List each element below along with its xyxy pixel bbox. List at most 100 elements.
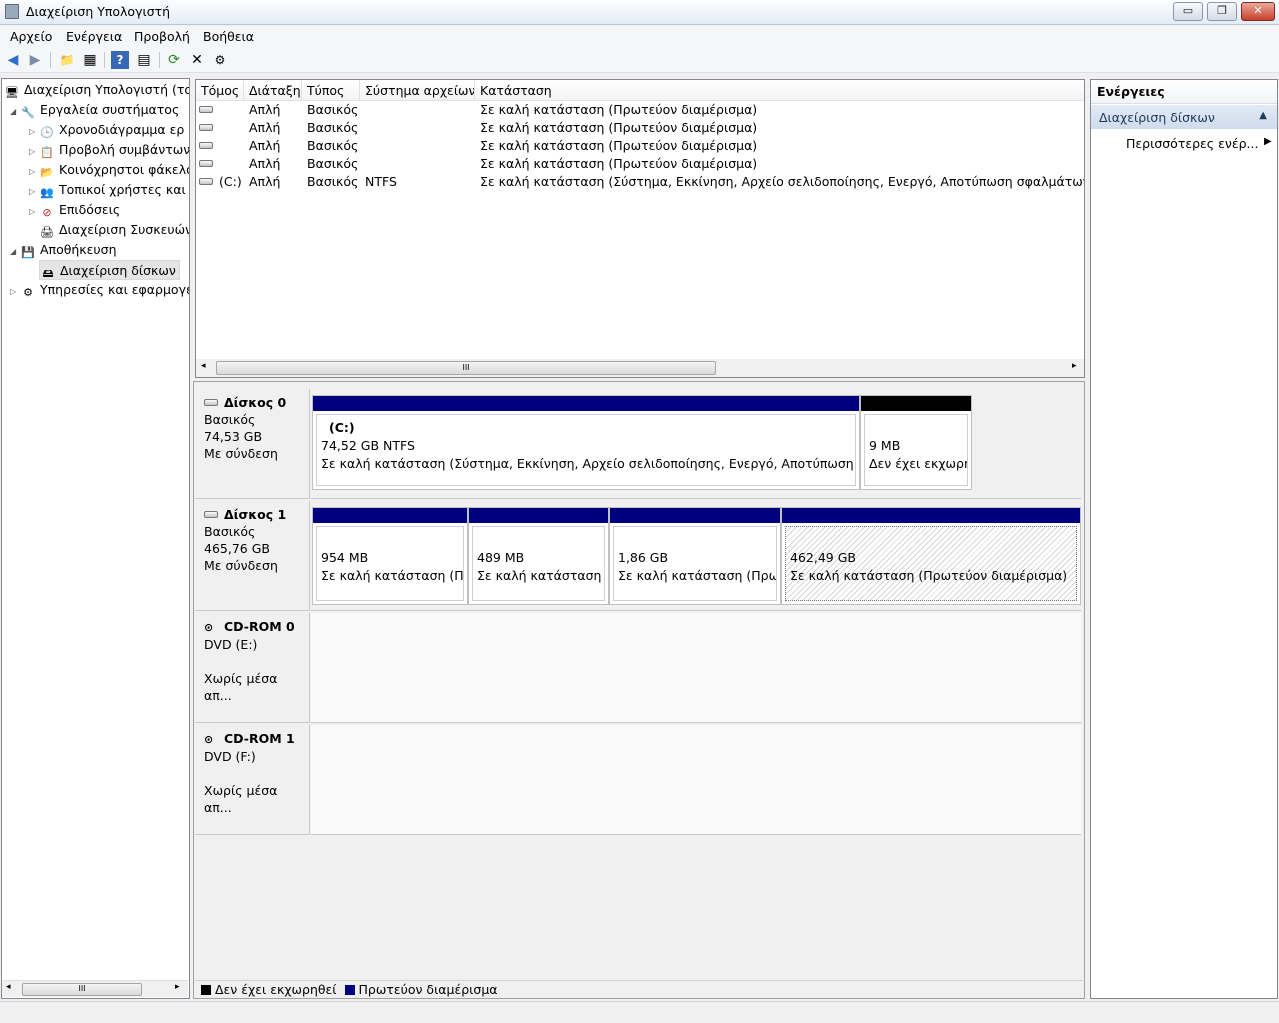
table-row[interactable]: Απλή Βασικός Σε καλή κατάσταση (Πρωτεύον… [196, 119, 1084, 137]
cell-filesystem: NTFS [365, 174, 397, 189]
storage-icon: 💾 [21, 246, 35, 259]
expanded-triangle-icon[interactable]: ◢ [10, 242, 20, 262]
collapsed-triangle-icon[interactable]: ▷ [29, 142, 39, 162]
tree-item-shared-folders[interactable]: ▷ 📂 Κοινόχρηστοι φάκελο [29, 160, 189, 182]
menu-file[interactable]: Αρχείο [10, 29, 52, 44]
tree-item-computer-management[interactable]: 🖥 Διαχείριση Υπολογιστή (τοπ [4, 80, 189, 100]
disk-type: DVD (F:) [204, 749, 256, 764]
table-row[interactable]: Απλή Βασικός Σε καλή κατάσταση (Πρωτεύον… [196, 101, 1084, 119]
minimize-button[interactable]: ▭ [1173, 2, 1203, 21]
partition-status: Σε καλή κατάσταση (Πρωτ [618, 568, 777, 583]
partition-489mb[interactable]: 489 MB Σε καλή κατάσταση (Γ [468, 507, 609, 605]
table-row[interactable]: (C:) Απλή Βασικός NTFS Σε καλή κατάσταση… [196, 173, 1084, 191]
clock-icon: 🕒 [40, 126, 54, 139]
cell-layout: Απλή [249, 174, 281, 189]
delete-icon[interactable]: ✕ [188, 51, 206, 69]
volume-icon [199, 178, 213, 185]
partition-954mb[interactable]: 954 MB Σε καλή κατάσταση (Πρω [312, 507, 468, 605]
column-header-layout[interactable]: Διάταξη [244, 80, 302, 101]
collapsed-triangle-icon[interactable]: ▷ [29, 122, 39, 142]
collapse-arrow-icon[interactable]: ▲ [1259, 110, 1267, 121]
cd-drive-icon: ⊙ [204, 621, 214, 634]
actions-section-disk-management[interactable]: Διαχείριση δίσκων ▲ [1091, 105, 1277, 129]
show-hide-tree-icon[interactable]: ▦ [81, 51, 99, 69]
cdrom-1-label[interactable]: ⊙ CD-ROM 1 DVD (F:) Χωρίς μέσα απ... [195, 725, 310, 835]
disk-type: Βασικός [204, 412, 256, 427]
toolbar-separator [159, 52, 160, 68]
column-header-type[interactable]: Τύπος [302, 80, 360, 101]
actions-pane: Ενέργειες Διαχείριση δίσκων ▲ Περισσότερ… [1090, 79, 1278, 999]
column-header-volume[interactable]: Τόμος [196, 80, 244, 101]
disk-1-label[interactable]: Δίσκος 1 Βασικός 465,76 GB Με σύνδεση [195, 501, 310, 611]
scroll-thumb[interactable]: III [216, 361, 716, 375]
tree-horizontal-scrollbar[interactable]: ◂ III ▸ [2, 980, 188, 997]
more-actions-item[interactable]: Περισσότερες ενέρ... ▶ [1126, 136, 1272, 151]
collapsed-triangle-icon[interactable]: ▷ [29, 182, 39, 202]
disk-name: Δίσκος 1 [224, 507, 287, 522]
tree-item-storage[interactable]: ◢ 💾 Αποθήκευση [10, 240, 117, 260]
cell-status: Σε καλή κατάσταση (Πρωτεύον διαμέρισμα) [480, 120, 758, 135]
tree-item-device-manager[interactable]: 🖨 Διαχείριση Συσκευών [39, 220, 189, 240]
tree-item-task-scheduler[interactable]: ▷ 🕒 Χρονοδιάγραμμα ερ [29, 120, 184, 140]
partition-body: 1,86 GB Σε καλή κατάσταση (Πρωτ [613, 526, 777, 601]
up-folder-icon[interactable]: 📁 [58, 51, 76, 69]
list-horizontal-scrollbar[interactable]: ◂ III ▸ [196, 359, 1084, 377]
action-pane-icon[interactable]: ▤ [135, 51, 153, 69]
computer-management-icon [5, 4, 19, 19]
tree-item-disk-management[interactable]: 🖴 Διαχείριση δίσκων [39, 260, 180, 280]
volume-icon [199, 160, 213, 167]
partition-body: 9 MB Δεν έχει εκχωρη [864, 414, 968, 486]
cell-layout: Απλή [249, 120, 281, 135]
maximize-button[interactable]: ❐ [1207, 2, 1237, 21]
users-icon: 👥 [40, 186, 54, 199]
partition-status: Σε καλή κατάσταση (Σύστημα, Εκκίνηση, Αρ… [321, 456, 856, 471]
scroll-right-arrow-icon[interactable]: ▸ [1072, 361, 1077, 371]
properties-icon[interactable]: ⚙ [211, 51, 229, 69]
tree-item-performance[interactable]: ▷ ⊘ Επιδόσεις [29, 200, 120, 220]
scroll-left-arrow-icon[interactable]: ◂ [201, 361, 206, 371]
actions-header: Ενέργειες [1091, 80, 1277, 104]
volume-list: Τόμος Διάταξη Τύπος Σύστημα αρχείων Κατά… [195, 79, 1085, 378]
more-actions-label: Περισσότερες ενέρ... [1126, 136, 1259, 151]
partition-body: 489 MB Σε καλή κατάσταση (Γ [472, 526, 605, 601]
forward-arrow-icon[interactable]: ▶ [26, 51, 44, 69]
table-row[interactable]: Απλή Βασικός Σε καλή κατάσταση (Πρωτεύον… [196, 137, 1084, 155]
menu-help[interactable]: Βοήθεια [203, 29, 254, 44]
scroll-thumb[interactable]: III [22, 983, 142, 996]
partition-462gb[interactable]: 462,49 GB Σε καλή κατάσταση (Πρωτεύον δι… [781, 507, 1081, 605]
collapsed-triangle-icon[interactable]: ▷ [29, 202, 39, 222]
tree-item-system-tools[interactable]: ◢ 🔧 Εργαλεία συστήματος [10, 100, 179, 120]
disk-state: Χωρίς μέσα απ... [204, 783, 278, 815]
scroll-right-arrow-icon[interactable]: ▸ [175, 982, 180, 992]
disk-1-partitions: 954 MB Σε καλή κατάσταση (Πρω 489 MB Σε … [311, 501, 1081, 611]
collapsed-triangle-icon[interactable]: ▷ [10, 282, 20, 302]
disk-0-label[interactable]: Δίσκος 0 Βασικός 74,53 GB Με σύνδεση [195, 389, 310, 499]
table-row[interactable]: Απλή Βασικός Σε καλή κατάσταση (Πρωτεύον… [196, 155, 1084, 173]
help-icon[interactable]: ? [111, 51, 129, 69]
toolbar-separator [104, 52, 105, 68]
menu-action[interactable]: Ενέργεια [66, 29, 122, 44]
tree-item-local-users[interactable]: ▷ 👥 Τοπικοί χρήστες και ο [29, 180, 189, 202]
partition-unallocated[interactable]: 9 MB Δεν έχει εκχωρη [860, 395, 972, 490]
cdrom-0-label[interactable]: ⊙ CD-ROM 0 DVD (E:) Χωρίς μέσα απ... [195, 613, 310, 723]
cdrom-0-area [311, 613, 1081, 723]
volume-icon [199, 106, 213, 113]
menu-view[interactable]: Προβολή [134, 29, 190, 44]
column-header-filesystem[interactable]: Σύστημα αρχείων [360, 80, 475, 101]
collapsed-triangle-icon[interactable]: ▷ [29, 162, 39, 182]
partition-c[interactable]: (C:) 74,52 GB NTFS Σε καλή κατάσταση (Σύ… [312, 395, 860, 490]
partition-1-86gb[interactable]: 1,86 GB Σε καλή κατάσταση (Πρωτ [609, 507, 781, 605]
close-button[interactable]: ✕ [1241, 2, 1275, 21]
disk-state: Με σύνδεση [204, 446, 278, 461]
expanded-triangle-icon[interactable]: ◢ [10, 102, 20, 122]
disk-icon [204, 399, 218, 406]
tree-item-event-viewer[interactable]: ▷ 📋 Προβολή συμβάντων [29, 140, 189, 162]
column-header-status[interactable]: Κατάσταση [475, 80, 1084, 101]
tree-item-services-applications[interactable]: ▷ ⚙ Υπηρεσίες και εφαρμογέ [10, 280, 189, 302]
back-arrow-icon[interactable]: ◀ [4, 51, 22, 69]
partition-body: 462,49 GB Σε καλή κατάσταση (Πρωτεύον δι… [785, 526, 1077, 601]
scroll-left-arrow-icon[interactable]: ◂ [6, 982, 11, 992]
volume-icon [199, 142, 213, 149]
refresh-icon[interactable]: ⟳ [165, 51, 183, 69]
partition-bar [861, 396, 971, 411]
